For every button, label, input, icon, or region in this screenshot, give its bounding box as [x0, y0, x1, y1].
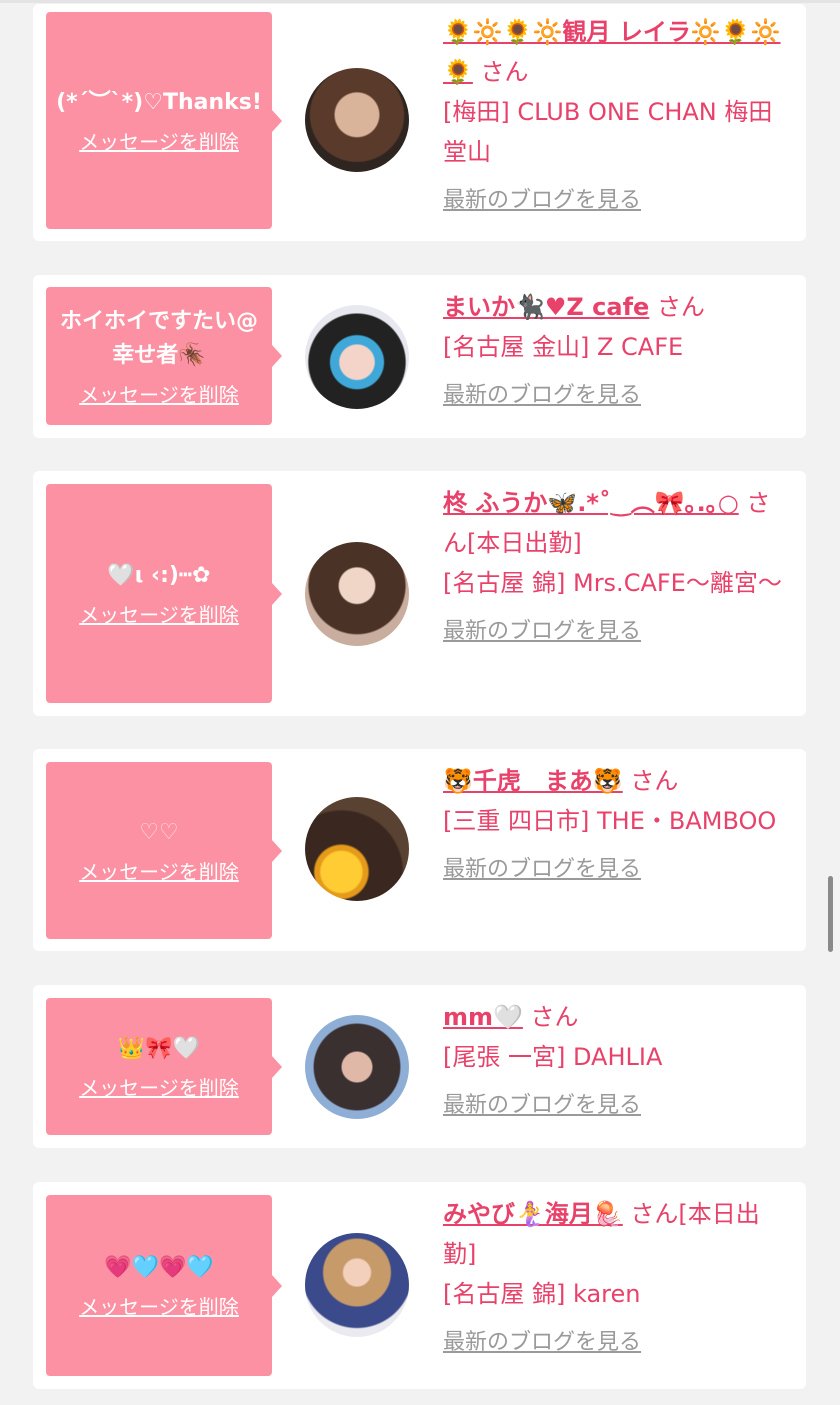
latest-blog-link[interactable]: 最新のブログを見る: [443, 855, 791, 885]
top-divider: [0, 0, 840, 3]
avatar[interactable]: [305, 1233, 409, 1337]
message-text: 🤍ι ‹:)┅✿: [107, 563, 211, 588]
shop-name: [名古屋 錦] Mrs.CAFE〜離宮〜: [443, 569, 782, 597]
cast-name-link[interactable]: まいか🐈‍⬛♥Z cafe: [443, 293, 649, 321]
honorific: さん: [480, 58, 529, 86]
delete-message-link[interactable]: メッセージを削除: [79, 856, 239, 885]
latest-blog-link[interactable]: 最新のブログを見る: [443, 1091, 791, 1121]
cast-name-link[interactable]: みやび🧜‍♀️海月🪼: [443, 1200, 623, 1228]
delete-message-link[interactable]: メッセージを削除: [79, 1072, 239, 1101]
cast-name-link[interactable]: 🐯千虎 まあ🐯: [443, 767, 623, 795]
message-card: 👑🎀🤍 メッセージを削除 mm🤍 さん [尾張 一宮] DAHLIA 最新のブロ…: [33, 985, 806, 1148]
entry-info: mm🤍 さん [尾張 一宮] DAHLIA 最新のブログを見る: [443, 997, 791, 1121]
message-bubble: 👑🎀🤍 メッセージを削除: [46, 998, 282, 1135]
entry-info: まいか🐈‍⬛♥Z cafe さん [名古屋 金山] Z CAFE 最新のブログを…: [443, 287, 791, 411]
message-card: ♡♡ メッセージを削除 🐯千虎 まあ🐯 さん [三重 四日市] THE・BAMB…: [33, 749, 806, 951]
latest-blog-link[interactable]: 最新のブログを見る: [443, 617, 791, 647]
delete-message-link[interactable]: メッセージを削除: [79, 599, 239, 628]
message-card: 🤍ι ‹:)┅✿ メッセージを削除 柊 ふうか🦋.*˚‿︵🎀｡.｡○ さん[本日…: [33, 471, 806, 716]
latest-blog-link[interactable]: 最新のブログを見る: [443, 381, 791, 411]
message-bubble: ホイホイですたい@幸せ者🪳 メッセージを削除: [46, 287, 282, 425]
message-text: 👑🎀🤍: [117, 1036, 201, 1061]
honorific: さん: [530, 1003, 579, 1031]
scrollbar[interactable]: [828, 876, 833, 952]
message-text: (*´︶`*)♡Thanks!: [56, 90, 262, 115]
message-bubble: ♡♡ メッセージを削除: [46, 762, 282, 939]
avatar[interactable]: [305, 542, 409, 646]
honorific: さん: [630, 767, 679, 795]
cast-name-link[interactable]: mm🤍: [443, 1003, 523, 1031]
honorific: さん: [656, 293, 705, 321]
message-card: (*´︶`*)♡Thanks! メッセージを削除 🌻🔆🌻🔆観月 レイラ🔆🌻🔆🌻 …: [33, 4, 806, 241]
shop-name: [尾張 一宮] DAHLIA: [443, 1043, 663, 1071]
shop-name: [名古屋 金山] Z CAFE: [443, 333, 684, 361]
message-bubble: (*´︶`*)♡Thanks! メッセージを削除: [46, 12, 282, 229]
latest-blog-link[interactable]: 最新のブログを見る: [443, 186, 791, 216]
avatar[interactable]: [305, 797, 409, 901]
delete-message-link[interactable]: メッセージを削除: [79, 1291, 239, 1320]
cast-name-link[interactable]: 柊 ふうか🦋.*˚‿︵🎀｡.｡○: [443, 489, 739, 517]
delete-message-link[interactable]: メッセージを削除: [79, 379, 239, 408]
message-card: 💗🩵💗🩵 メッセージを削除 みやび🧜‍♀️海月🪼 さん[本日出勤] [名古屋 錦…: [33, 1182, 806, 1389]
message-card: ホイホイですたい@幸せ者🪳 メッセージを削除 まいか🐈‍⬛♥Z cafe さん …: [33, 275, 806, 438]
avatar[interactable]: [305, 68, 409, 172]
message-text: ホイホイですたい@幸せ者🪳: [59, 308, 258, 368]
entry-info: 🐯千虎 まあ🐯 さん [三重 四日市] THE・BAMBOO 最新のブログを見る: [443, 761, 791, 885]
avatar[interactable]: [305, 305, 409, 409]
message-text: ♡♡: [139, 820, 179, 845]
shop-name: [名古屋 錦] karen: [443, 1280, 641, 1308]
message-bubble: 💗🩵💗🩵 メッセージを削除: [46, 1195, 282, 1376]
delete-message-link[interactable]: メッセージを削除: [79, 126, 239, 155]
entry-info: みやび🧜‍♀️海月🪼 さん[本日出勤] [名古屋 錦] karen 最新のブログ…: [443, 1194, 791, 1358]
shop-name: [三重 四日市] THE・BAMBOO: [443, 807, 777, 835]
entry-info: 🌻🔆🌻🔆観月 レイラ🔆🌻🔆🌻 さん [梅田] CLUB ONE CHAN 梅田堂…: [443, 12, 791, 216]
latest-blog-link[interactable]: 最新のブログを見る: [443, 1328, 791, 1358]
message-bubble: 🤍ι ‹:)┅✿ メッセージを削除: [46, 484, 282, 703]
message-text: 💗🩵💗🩵: [104, 1255, 214, 1280]
avatar[interactable]: [305, 1015, 409, 1119]
shop-name: [梅田] CLUB ONE CHAN 梅田堂山: [443, 98, 773, 166]
entry-info: 柊 ふうか🦋.*˚‿︵🎀｡.｡○ さん[本日出勤] [名古屋 錦] Mrs.CA…: [443, 483, 791, 647]
